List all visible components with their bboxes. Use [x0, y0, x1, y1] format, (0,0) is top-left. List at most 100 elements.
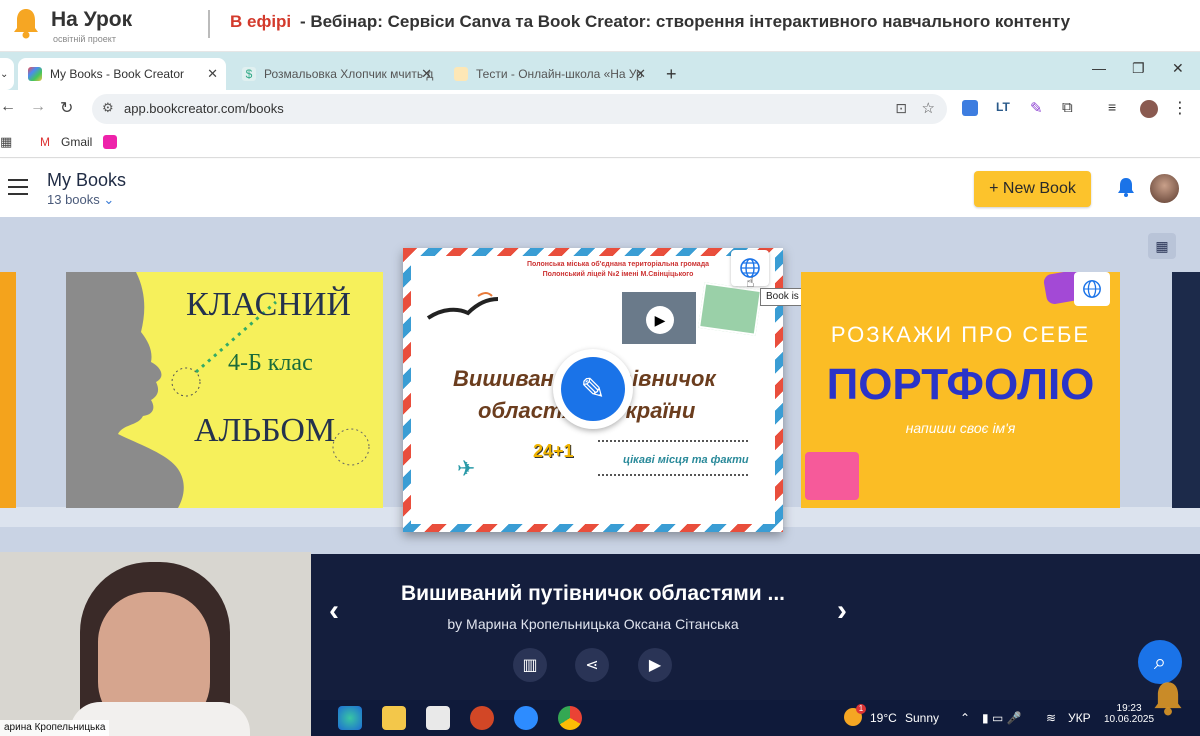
pen-extension-icon[interactable]: ✎ — [1030, 99, 1043, 117]
bookmark-star-icon[interactable]: ☆ — [922, 99, 935, 117]
pencil-icon: ✎ — [561, 357, 625, 421]
weather-text[interactable]: Sunny — [905, 711, 939, 725]
file-explorer-icon[interactable] — [382, 706, 406, 730]
bookmarks-bar: ▦ M Gmail — [0, 128, 1200, 158]
birds-icon — [426, 292, 499, 320]
reading-list-icon[interactable]: ≡ — [1108, 99, 1116, 115]
edit-book-button[interactable]: ✎ — [553, 349, 633, 429]
tab-search-button[interactable]: ⌄ — [0, 58, 14, 90]
hamburger-menu-icon[interactable] — [8, 179, 28, 200]
bell-favicon-icon — [454, 67, 468, 81]
book-count-label: 13 books — [47, 192, 100, 207]
chevron-down-icon: ⌄ — [0, 68, 9, 80]
portfolio-line3: напиши своє ім'я — [905, 420, 1016, 436]
close-window-button[interactable]: ✕ — [1172, 60, 1184, 77]
weather-temp[interactable]: 19°C — [870, 711, 897, 725]
wifi-icon[interactable]: ≋ — [1046, 711, 1056, 725]
book-count-dropdown[interactable]: 13 books ⌄ — [47, 192, 114, 208]
portfolio-line2: ПОРТФОЛІО — [826, 360, 1095, 409]
card-org-line1: Полонська міська об'єднана територіальна… — [526, 261, 710, 268]
book-title-line3: АЛЬБОМ — [194, 412, 336, 449]
tab-label: Розмальовка Хлопчик мчить д — [264, 67, 434, 81]
dollar-favicon-icon: $ — [242, 67, 256, 81]
clock[interactable]: 19:23 10.06.2025 — [1104, 703, 1154, 725]
brand-subtitle: освітній проект — [53, 34, 116, 44]
new-book-button[interactable]: + New Book — [974, 171, 1091, 207]
browser-menu-icon[interactable]: ⋮ — [1172, 98, 1188, 118]
tab-close-icon[interactable]: ✕ — [421, 66, 432, 82]
dotted-line — [598, 440, 748, 442]
brand-name: На Урок — [51, 8, 133, 31]
powerpoint-icon[interactable] — [470, 706, 494, 730]
video-thumbnail[interactable]: ▶ — [620, 290, 698, 346]
clock-time: 19:23 — [1116, 703, 1142, 714]
library-icon: ▥ — [522, 657, 538, 674]
page-title: My Books — [47, 170, 127, 190]
clock-date: 10.06.2025 — [1104, 714, 1155, 725]
minimize-button[interactable]: — — [1092, 60, 1106, 76]
translate-extension-icon[interactable] — [962, 100, 978, 116]
play-video-icon[interactable]: ▶ — [646, 306, 674, 334]
book-title-line1: КЛАСНИЙ — [186, 286, 351, 323]
extensions-puzzle-icon[interactable]: ⧉ — [1062, 99, 1073, 116]
bookmark-gmail[interactable]: Gmail — [61, 135, 92, 149]
search-icon: ⌕ — [1153, 649, 1167, 674]
zoom-icon[interactable] — [514, 706, 538, 730]
language-indicator[interactable]: УКР — [1068, 711, 1091, 725]
on-air-label: В ефірі — [230, 12, 292, 31]
url-text: app.bookcreator.com/books — [124, 101, 284, 116]
notifications-bell-icon[interactable] — [1116, 176, 1136, 198]
book-cover-partial-right[interactable] — [1172, 272, 1200, 508]
tab-my-books[interactable]: My Books - Book Creator ✕ — [18, 58, 226, 90]
tab-close-icon[interactable]: ✕ — [635, 66, 646, 82]
tab-close-icon[interactable]: ✕ — [207, 66, 218, 82]
tab-tests[interactable]: Тести - Онлайн-школа «На Ур ✕ — [444, 58, 654, 90]
apps-grid-icon[interactable]: ▦ — [0, 134, 12, 150]
tray-app-icons[interactable]: ▮ ▭ 🎤 — [982, 711, 1022, 725]
bookmark-favicon-icon[interactable] — [103, 135, 117, 149]
tray-chevron-icon[interactable]: ⌃ — [960, 711, 970, 725]
user-avatar[interactable] — [1148, 172, 1181, 205]
address-toolbar: ⚙ app.bookcreator.com/books ⊡ ☆ — [0, 90, 1200, 128]
chrome-icon[interactable] — [558, 706, 582, 730]
card-org-text: Полонська міська об'єднана територіальна… — [473, 260, 763, 280]
read-book-button[interactable]: ▶ — [638, 648, 672, 682]
bell-watermark-icon — [1154, 682, 1182, 716]
forward-icon[interactable]: → — [30, 98, 46, 116]
share-icon: ⋖ — [585, 657, 599, 674]
browser-tab-bar: ⌄ My Books - Book Creator ✕ $ Розмальовк… — [0, 52, 1200, 90]
screen: На Урок освітній проект В ефірі - Вебіна… — [0, 0, 1200, 736]
tab-label: My Books - Book Creator — [50, 67, 185, 81]
chevron-down-icon: ⌄ — [103, 192, 115, 207]
card-org-line2: Полонський ліцей №2 імені М.Свінціцького — [542, 271, 694, 278]
profile-avatar[interactable] — [1140, 100, 1158, 118]
banner-divider — [208, 10, 210, 38]
maximize-button[interactable]: ❐ — [1132, 60, 1145, 77]
library-button[interactable]: ▥ — [513, 648, 547, 682]
install-app-icon[interactable]: ⊡ — [895, 100, 907, 117]
store-icon[interactable] — [426, 706, 450, 730]
share-button[interactable]: ⋖ — [575, 648, 609, 682]
edge-icon[interactable] — [338, 706, 362, 730]
grid-view-icon[interactable]: ▦ — [1148, 233, 1176, 259]
book-creator-favicon-icon — [28, 67, 42, 81]
webcam-feed: арина Кропельницька — [0, 552, 311, 736]
site-info-icon[interactable]: ⚙ — [102, 100, 114, 116]
new-tab-button[interactable]: + — [656, 58, 682, 90]
webinar-title: - Вебінар: Сервіси Canva та Book Creator… — [300, 12, 1071, 31]
book-cover-class-album[interactable]: КЛАСНИЙ 4-Б клас АЛЬБОМ — [66, 272, 383, 508]
bell-logo-icon — [14, 9, 38, 39]
published-globe-button[interactable] — [1074, 272, 1110, 306]
address-bar[interactable]: ⚙ app.bookcreator.com/books ⊡ ☆ — [92, 94, 947, 124]
book-cover-portfolio[interactable]: РОЗКАЖИ ПРО СЕБЕ ПОРТФОЛІО напиши своє і… — [801, 272, 1120, 508]
cursor-hand-icon: ☝ — [746, 274, 755, 290]
book-cover-partial-left[interactable] — [0, 272, 16, 508]
tab-label: Тести - Онлайн-школа «На Ур — [476, 67, 643, 81]
back-icon[interactable]: ← — [0, 98, 16, 116]
card-badge: 24+1 — [533, 441, 574, 461]
lt-extension-icon[interactable]: LT — [996, 100, 1010, 114]
dotted-line — [598, 474, 748, 476]
tab-coloring[interactable]: $ Розмальовка Хлопчик мчить д ✕ — [232, 58, 440, 90]
reload-icon[interactable]: ↻ — [60, 98, 73, 118]
globe-icon — [1083, 280, 1101, 298]
